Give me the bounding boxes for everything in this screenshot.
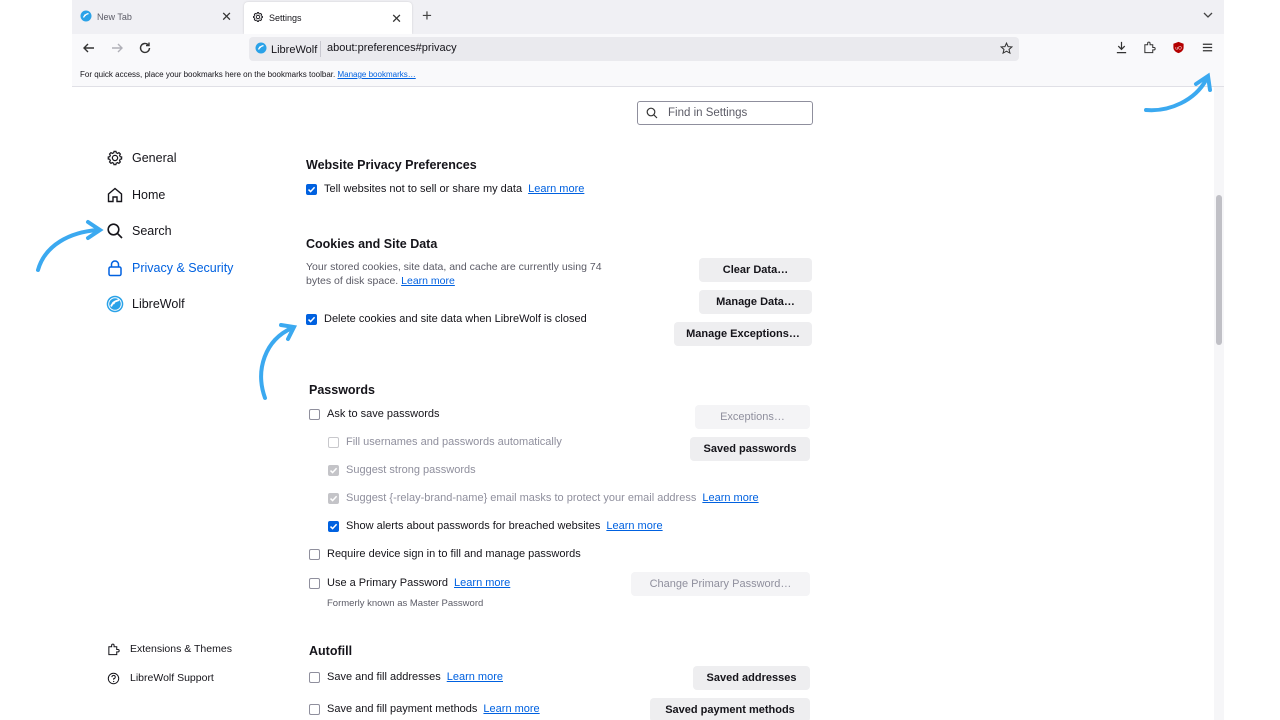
annotation-arrow-menu [1144, 72, 1212, 113]
annotation-arrows [36, 72, 1212, 400]
annotation-arrow-search [36, 220, 104, 272]
annotation-arrow-delete-cookies [259, 323, 298, 400]
